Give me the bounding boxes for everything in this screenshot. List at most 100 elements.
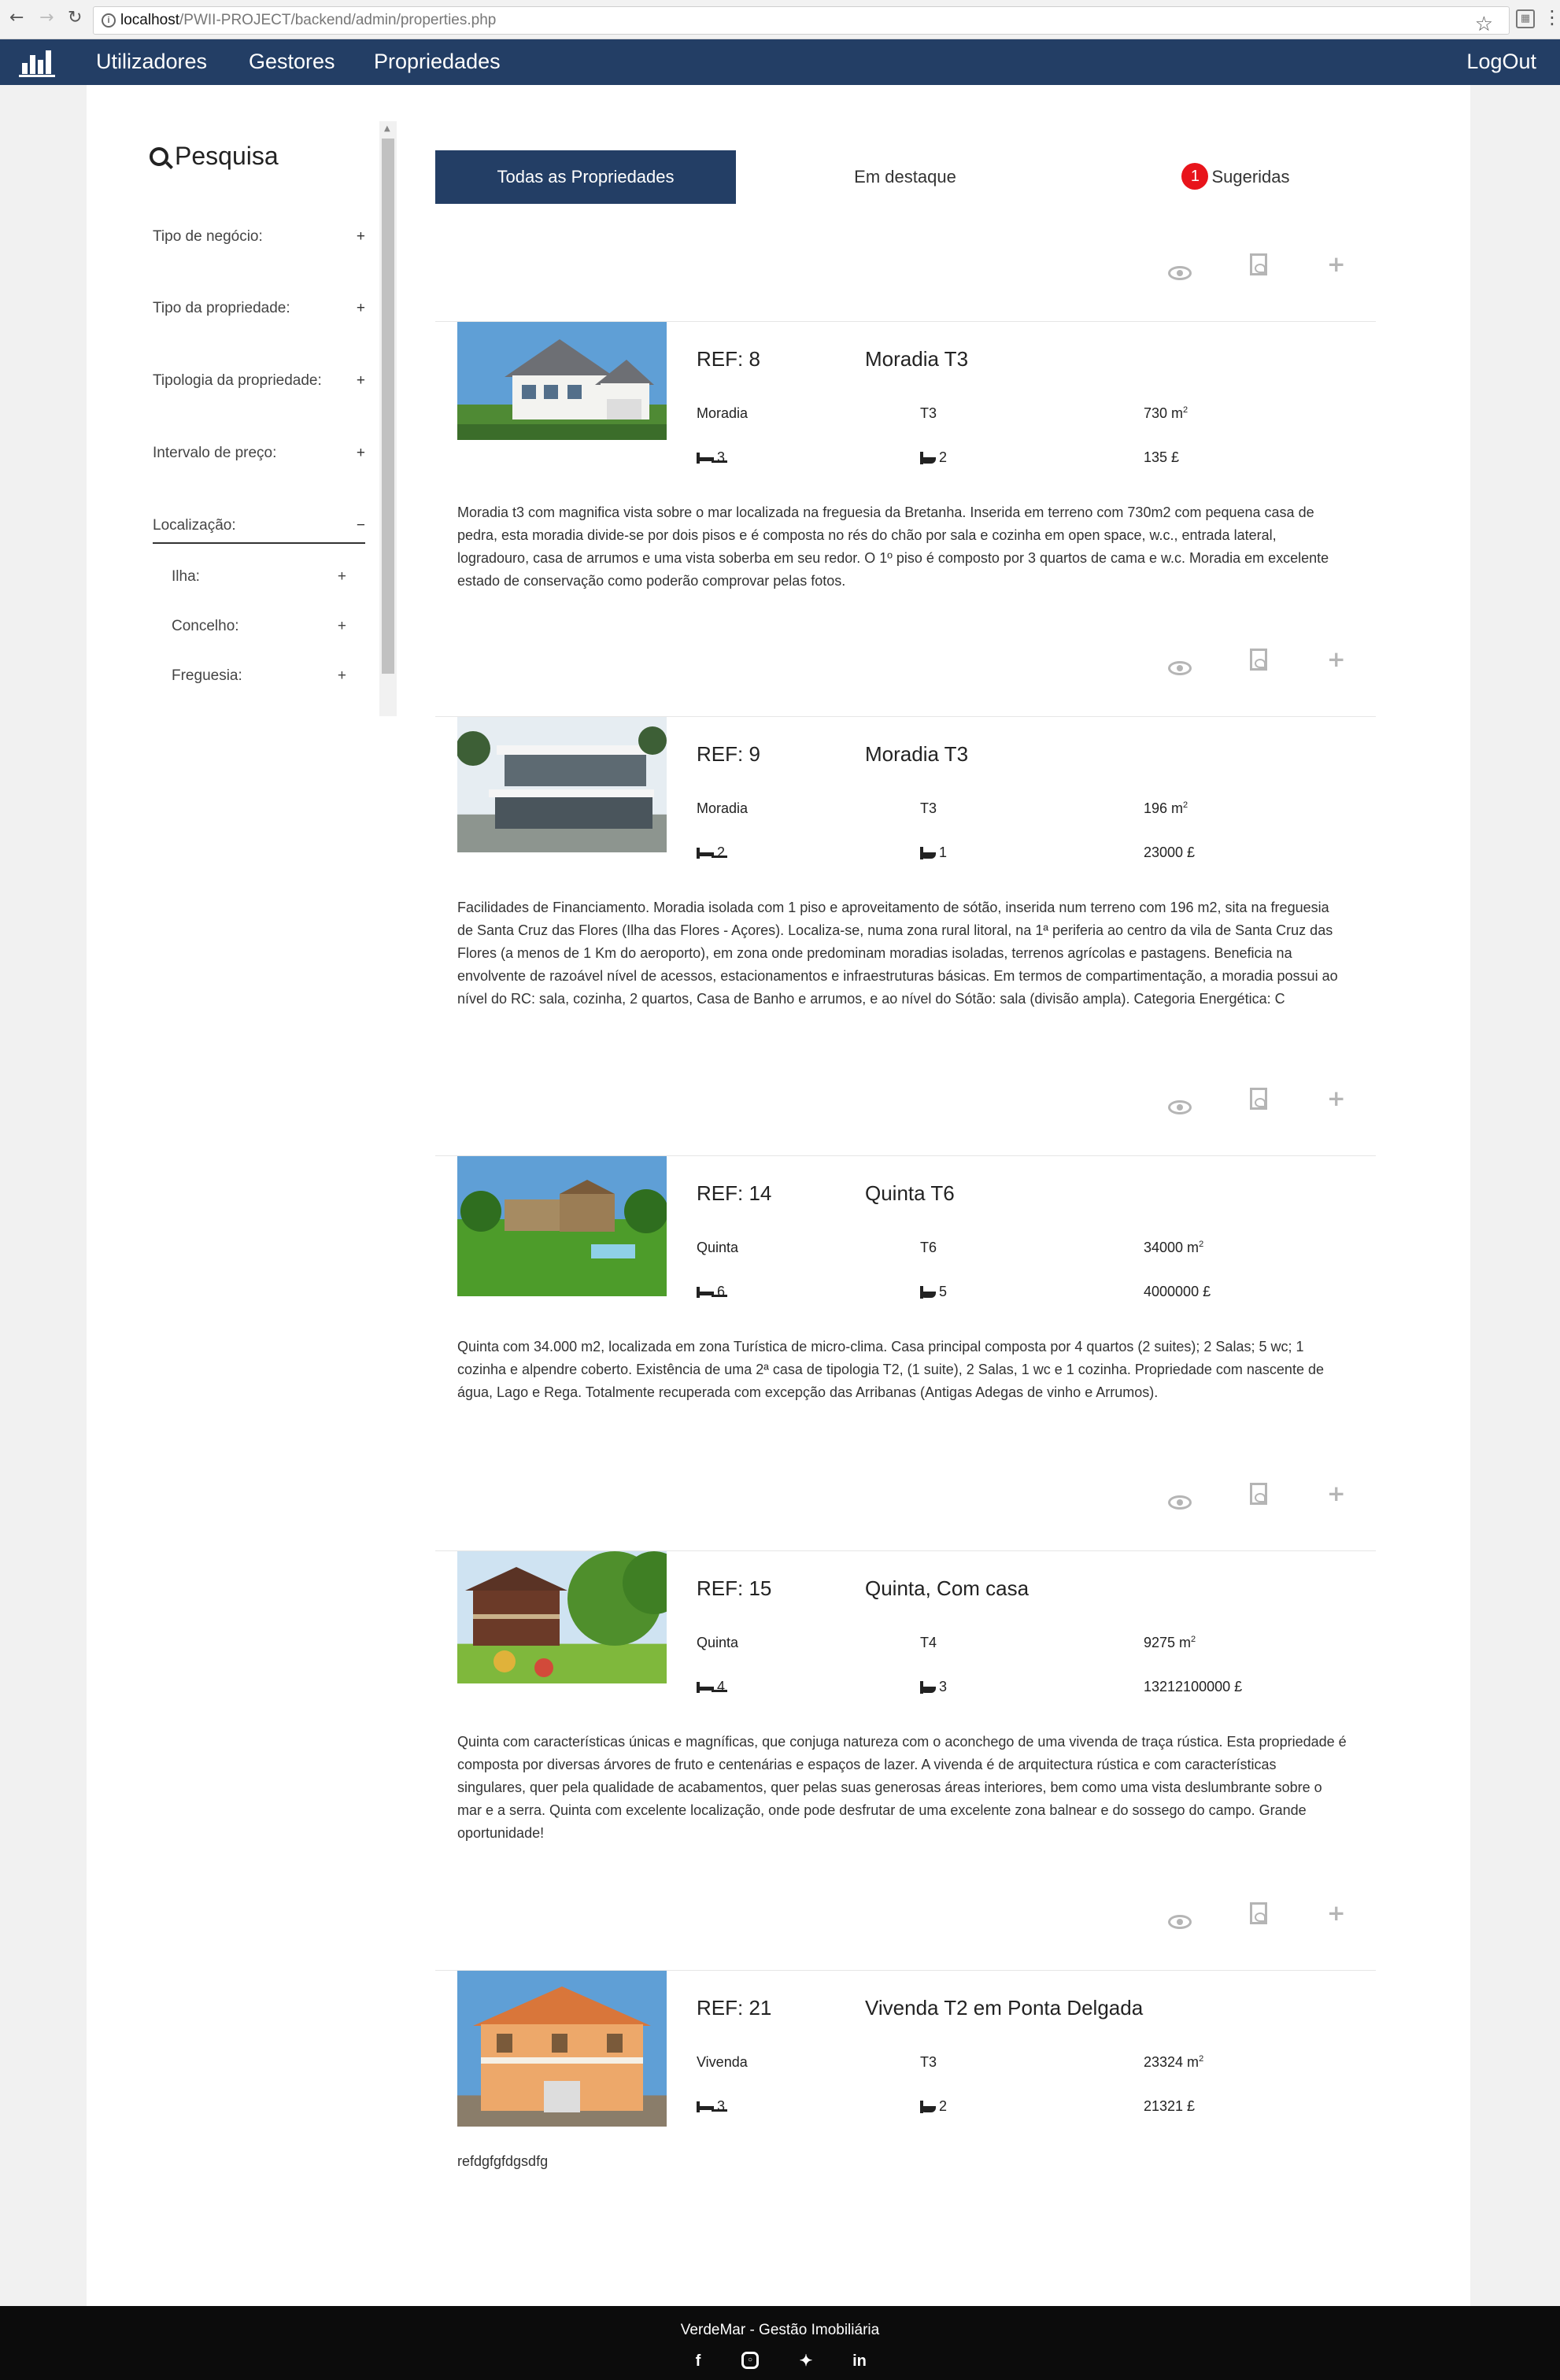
view-eye-icon[interactable] <box>1168 1094 1192 1120</box>
property-photo[interactable] <box>457 1551 667 1683</box>
property-price: 13212100000 £ <box>1144 1679 1243 1694</box>
suggested-count-badge: 1 <box>1181 163 1209 190</box>
view-eye-icon[interactable] <box>1168 1909 1192 1935</box>
tab-sugeridas-label: Sugeridas <box>1211 167 1290 187</box>
info-icon[interactable]: i <box>102 13 116 28</box>
baths-value: 2 <box>939 2098 948 2114</box>
twitter-icon[interactable]: ✦ <box>797 2352 815 2371</box>
extension-icon[interactable]: ▦ <box>1516 9 1535 28</box>
expand-icon[interactable]: + <box>338 568 346 586</box>
property-beds: 3 <box>697 449 725 466</box>
facebook-icon[interactable]: f <box>689 2352 708 2371</box>
nav-gestores[interactable]: Gestores <box>249 50 335 74</box>
collapse-icon[interactable]: − <box>357 517 365 534</box>
expand-icon[interactable]: + <box>338 667 346 685</box>
search-icon <box>150 147 168 166</box>
area-value: 23324 m <box>1144 2054 1200 2070</box>
filter-tipo-propriedade[interactable]: Tipo da propriedade: + <box>153 300 365 317</box>
reload-icon[interactable]: ↻ <box>68 8 82 28</box>
forward-icon[interactable]: → <box>39 8 54 28</box>
expand-icon[interactable]: + <box>338 618 346 635</box>
linkedin-icon[interactable]: in <box>850 2352 869 2371</box>
expand-icon[interactable]: + <box>357 445 365 462</box>
property-actions: + <box>1157 1902 1362 1934</box>
tab-sugeridas[interactable]: 1 Sugeridas <box>1133 150 1338 204</box>
pdf-icon[interactable] <box>1250 1088 1267 1115</box>
filter-label: Tipologia da propriedade: <box>153 372 322 389</box>
property-card: REF: 21 Vivenda T2 em Ponta Delgada Vive… <box>435 1970 1376 2348</box>
add-plus-icon[interactable]: + <box>1327 1902 1345 1924</box>
filter-label: Localização: <box>153 517 236 534</box>
add-plus-icon[interactable]: + <box>1327 1088 1345 1110</box>
property-type: Quinta <box>697 1240 739 1255</box>
pdf-icon[interactable] <box>1250 649 1267 676</box>
property-ref: REF: 9 <box>697 742 760 766</box>
property-photo[interactable] <box>457 717 667 852</box>
property-beds: 3 <box>697 2098 725 2115</box>
instagram-icon[interactable]: ○ <box>741 2352 759 2369</box>
area-value: 9275 m <box>1144 1635 1192 1650</box>
expand-icon[interactable]: + <box>357 372 365 390</box>
bath-icon <box>920 847 936 860</box>
view-eye-icon[interactable] <box>1168 655 1192 681</box>
expand-icon[interactable]: + <box>357 228 365 246</box>
bed-icon <box>697 1287 714 1299</box>
add-plus-icon[interactable]: + <box>1327 649 1345 671</box>
browser-menu-icon[interactable]: ⋮ <box>1543 6 1560 28</box>
filter-label: Intervalo de preço: <box>153 445 277 461</box>
baths-value: 1 <box>939 844 948 860</box>
sidebar-scrollbar[interactable]: ▲ <box>379 121 397 716</box>
area-unit-sup: 2 <box>1199 2054 1204 2064</box>
filter-label: Tipo da propriedade: <box>153 300 290 316</box>
pdf-icon[interactable] <box>1250 1483 1267 1510</box>
bath-icon <box>920 1681 936 1694</box>
property-baths: 1 <box>920 844 947 861</box>
filter-freguesia[interactable]: Freguesia: + <box>172 667 346 685</box>
logout-link[interactable]: LogOut <box>1466 50 1536 74</box>
property-photo[interactable] <box>457 322 667 440</box>
bath-icon <box>920 452 936 465</box>
bed-icon <box>697 1682 714 1694</box>
nav-utilizadores[interactable]: Utilizadores <box>96 50 207 74</box>
back-icon[interactable]: ← <box>9 8 24 28</box>
bookmark-star-icon[interactable]: ☆ <box>1475 10 1493 37</box>
view-eye-icon[interactable] <box>1168 1489 1192 1515</box>
property-description: Facilidades de Financiamento. Moradia is… <box>457 900 1338 1007</box>
filter-ilha[interactable]: Ilha: + <box>172 568 346 586</box>
pdf-icon[interactable] <box>1250 253 1267 281</box>
nav-propriedades[interactable]: Propriedades <box>374 50 501 74</box>
property-name: Quinta T6 <box>865 1181 955 1205</box>
area-value: 34000 m <box>1144 1240 1200 1255</box>
baths-value: 5 <box>939 1284 948 1299</box>
expand-icon[interactable]: + <box>357 300 365 317</box>
filter-concelho[interactable]: Concelho: + <box>172 618 346 635</box>
add-plus-icon[interactable]: + <box>1327 253 1345 275</box>
scrollbar-thumb[interactable] <box>382 139 394 674</box>
url-path: /PWII-PROJECT/backend/admin/properties.p… <box>179 12 497 28</box>
address-bar[interactable]: i localhost/PWII-PROJECT/backend/admin/p… <box>93 6 1510 35</box>
property-area: 23324 m2 <box>1144 2054 1203 2071</box>
property-name: Quinta, Com casa <box>865 1576 1030 1600</box>
property-photo[interactable] <box>457 1156 667 1296</box>
view-eye-icon[interactable] <box>1168 260 1192 286</box>
add-plus-icon[interactable]: + <box>1327 1483 1345 1505</box>
property-area: 196 m2 <box>1144 800 1188 817</box>
property-type: Vivenda <box>697 2054 748 2070</box>
property-type: Quinta <box>697 1635 739 1650</box>
property-area: 9275 m2 <box>1144 1635 1196 1651</box>
pdf-icon[interactable] <box>1250 1902 1267 1930</box>
bar-chart-logo-icon[interactable] <box>19 47 55 77</box>
filter-tipologia[interactable]: Tipologia da propriedade: + <box>153 372 365 390</box>
property-name: Vivenda T2 em Ponta Delgada <box>865 1996 1144 2020</box>
property-photo[interactable] <box>457 1971 667 2127</box>
tab-destaque[interactable]: Em destaque <box>787 150 1023 204</box>
scroll-up-icon[interactable]: ▲ <box>384 124 390 133</box>
property-beds: 2 <box>697 844 725 861</box>
filter-localizacao[interactable]: Localização: − <box>153 517 365 544</box>
property-description: refdgfgfdgsdfg <box>457 2153 549 2169</box>
property-ref: REF: 14 <box>697 1181 772 1205</box>
property-ref: REF: 8 <box>697 347 760 371</box>
filter-tipo-negocio[interactable]: Tipo de negócio: + <box>153 228 365 246</box>
tab-todas[interactable]: Todas as Propriedades <box>435 150 736 204</box>
filter-preco[interactable]: Intervalo de preço: + <box>153 445 365 462</box>
